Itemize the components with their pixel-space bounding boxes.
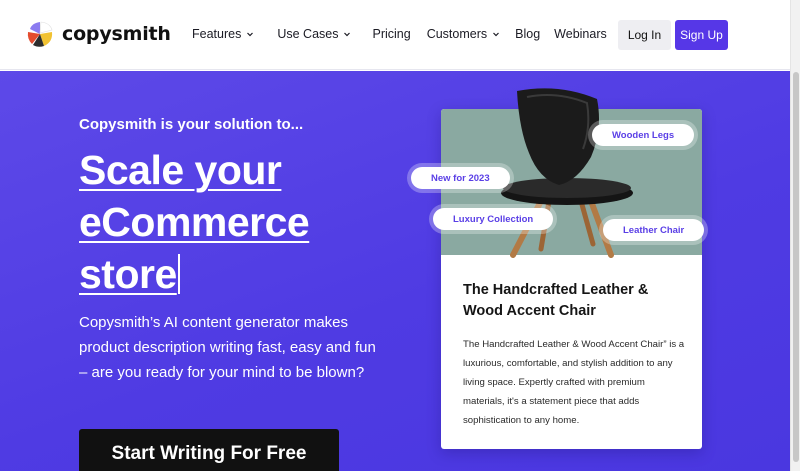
- brand-name: copysmith: [62, 23, 171, 45]
- headline-line: eCommerce: [79, 199, 310, 245]
- product-description: The Handcrafted Leather & Wood Accent Ch…: [463, 339, 685, 426]
- chevron-down-icon: [344, 32, 351, 37]
- start-writing-button[interactable]: Start Writing For Free: [79, 429, 339, 471]
- hero-subtext: Copysmith’s AI content generator makes p…: [79, 314, 376, 381]
- copysmith-logo-icon: [27, 21, 53, 47]
- nav-item-label: Blog: [515, 27, 541, 41]
- typing-cursor: [177, 254, 180, 294]
- signup-button[interactable]: Sign Up: [675, 20, 728, 50]
- chevron-down-icon: [493, 32, 500, 37]
- tag-chip: Leather Chair: [603, 219, 705, 241]
- page-scrollbar[interactable]: [790, 0, 800, 471]
- hero-kicker: Copysmith is your solution to...: [79, 116, 304, 133]
- nav-item-webinars[interactable]: Webinars: [554, 27, 607, 41]
- nav-item-blog[interactable]: Blog: [515, 27, 540, 41]
- nav-item-pricing[interactable]: Pricing: [372, 27, 410, 41]
- nav-item-label: Pricing: [372, 27, 411, 41]
- scrollbar-thumb[interactable]: [793, 72, 799, 462]
- hero-headline: Scale your eCommerce store: [79, 144, 409, 300]
- nav-item-customers[interactable]: Customers: [427, 27, 500, 41]
- hero-section: Copysmith is your solution to... Scale y…: [0, 71, 790, 471]
- headline-line: store: [79, 251, 177, 297]
- nav-item-use-cases[interactable]: Use Cases: [277, 27, 351, 41]
- main-nav: Features Use Cases Pricing Customers Blo…: [192, 27, 607, 41]
- nav-item-label: Features: [192, 27, 242, 41]
- headline-line: Scale your: [79, 147, 282, 193]
- site-header: copysmith Features Use Cases Pricing Cus…: [0, 0, 800, 70]
- nav-item-label: Use Cases: [277, 27, 339, 41]
- tag-chip: New for 2023: [411, 167, 510, 189]
- nav-item-label: Webinars: [554, 27, 607, 41]
- nav-item-label: Customers: [426, 27, 488, 41]
- tag-chip: Luxury Collection: [433, 208, 554, 230]
- tag-chip: Wooden Legs: [592, 124, 695, 146]
- chevron-down-icon: [247, 32, 254, 37]
- logo[interactable]: copysmith: [26, 20, 171, 48]
- nav-item-features[interactable]: Features: [192, 27, 254, 41]
- product-title: The Handcrafted Leather & Wood Accent Ch…: [463, 282, 649, 319]
- login-button[interactable]: Log In: [618, 20, 671, 50]
- product-card: Wooden Legs New for 2023 Luxury Collecti…: [411, 88, 705, 449]
